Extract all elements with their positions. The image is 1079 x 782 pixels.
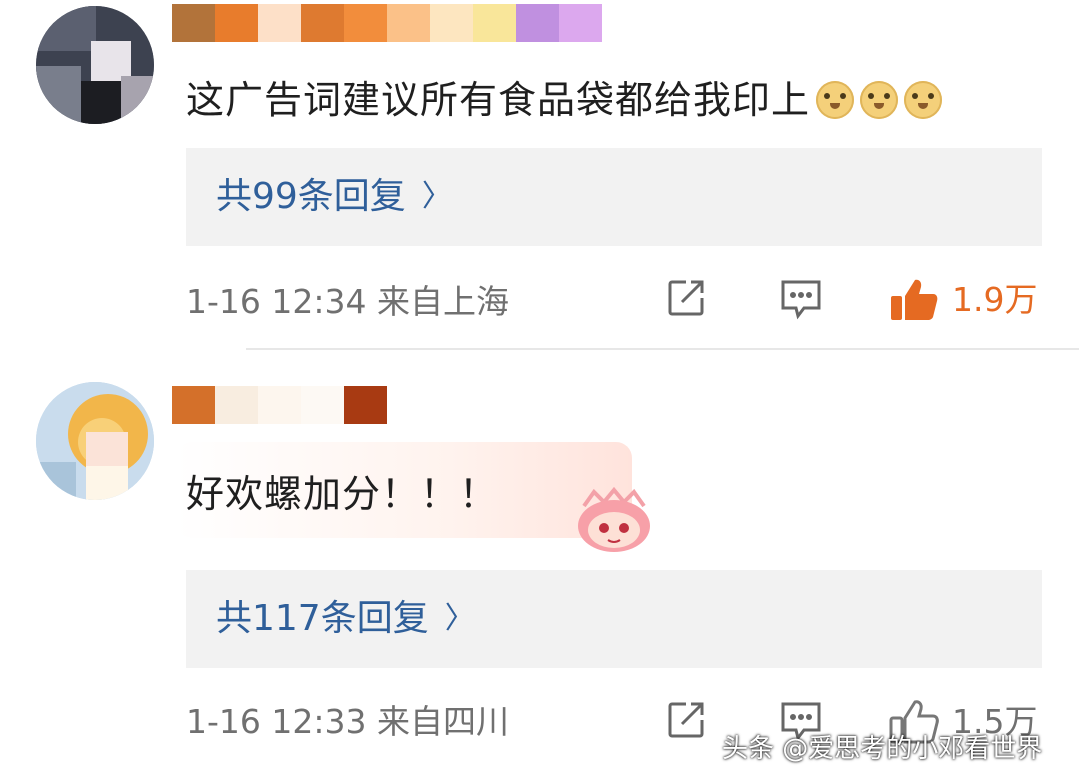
location: 来自上海 — [377, 282, 509, 321]
username-mosaic[interactable] — [172, 386, 387, 424]
doge-emoji-icon — [904, 81, 943, 119]
doge-emoji-icon — [860, 81, 899, 119]
timestamp: 1-16 12:34 — [186, 282, 367, 321]
view-replies-link[interactable]: 共117条回复 〉 — [216, 598, 475, 640]
comment-item-2: 好欢螺加分！！！ 共117条回复 〉 1-16 12:33 来自四川 1.5万 — [0, 352, 1079, 782]
username-mosaic[interactable] — [172, 4, 602, 42]
comment-text: 这广告词建议所有食品袋都给我印上 — [186, 76, 943, 124]
share-icon — [668, 702, 704, 738]
replies-panel[interactable]: 共117条回复 〉 — [186, 570, 1042, 668]
replies-label: 共99条回复 — [216, 176, 406, 217]
comment-meta: 1-16 12:34 来自上海 — [186, 282, 509, 322]
replies-label: 共117条回复 — [216, 598, 429, 639]
timestamp: 1-16 12:33 — [186, 702, 367, 741]
like-button[interactable]: 1.9万 — [888, 276, 1037, 324]
watermark: 头条 @爱思考的小邓看世界 — [722, 734, 1043, 764]
like-count: 1.9万 — [952, 280, 1038, 319]
comment-button[interactable] — [778, 276, 824, 320]
view-replies-link[interactable]: 共99条回复 〉 — [216, 176, 452, 218]
divider — [246, 348, 1079, 350]
comment-item-1: 这广告词建议所有食品袋都给我印上 共99条回复 〉 1-16 12:34 来自上… — [0, 0, 1079, 350]
comment-text-content: 好欢螺加分！！！ — [186, 472, 499, 516]
avatar[interactable] — [36, 382, 154, 500]
doge-emoji-icon — [816, 81, 855, 119]
location: 来自四川 — [377, 702, 509, 741]
replies-panel[interactable]: 共99条回复 〉 — [186, 148, 1042, 246]
comment-meta: 1-16 12:33 来自四川 — [186, 702, 509, 742]
chevron-right-icon: 〉 — [444, 601, 475, 636]
avatar[interactable] — [36, 6, 154, 124]
share-button[interactable] — [664, 698, 708, 742]
pink-girl-emoji-icon — [572, 486, 656, 554]
comment-icon — [781, 280, 821, 320]
comment-text: 好欢螺加分！！！ — [186, 470, 498, 518]
share-icon — [668, 280, 704, 316]
thumbs-up-icon — [891, 279, 938, 320]
share-button[interactable] — [664, 276, 708, 320]
comment-text-content: 这广告词建议所有食品袋都给我印上 — [186, 78, 811, 122]
chevron-right-icon: 〉 — [421, 179, 452, 214]
